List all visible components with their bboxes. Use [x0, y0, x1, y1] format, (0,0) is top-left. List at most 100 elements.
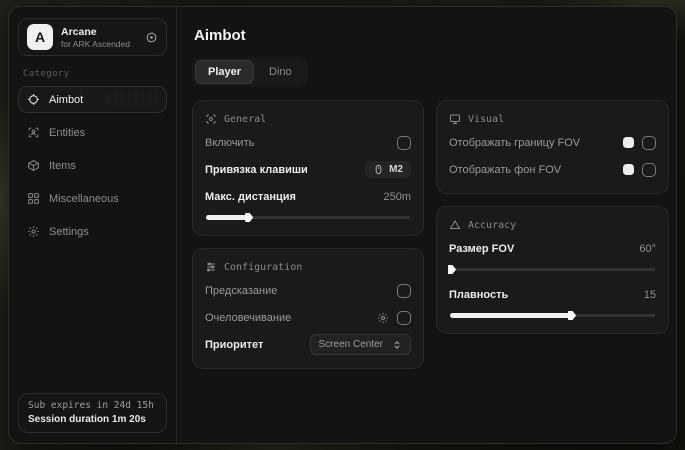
layout-grid-icon	[27, 192, 40, 205]
sidebar-item-items[interactable]: Items	[18, 152, 167, 179]
configuration-card: Configuration Предсказание Очеловечивани…	[192, 248, 424, 369]
configuration-card-title: Configuration	[224, 262, 302, 273]
enable-row: Включить	[205, 131, 411, 154]
max-distance-slider[interactable]	[205, 211, 411, 223]
fov-border-label: Отображать границу FOV	[449, 137, 580, 149]
fov-border-checkbox[interactable]	[642, 136, 656, 150]
left-column: General Включить Привязка клавиши M2	[192, 100, 424, 369]
fov-background-row: Отображать фон FOV	[449, 158, 656, 181]
accuracy-card-header: Accuracy	[449, 219, 656, 231]
target-icon[interactable]	[145, 31, 158, 44]
box-icon	[27, 159, 40, 172]
fov-size-value: 60°	[639, 243, 656, 255]
sidebar-item-aimbot[interactable]: Aimbot	[18, 86, 167, 113]
priority-dropdown[interactable]: Screen Center	[310, 334, 411, 355]
humanization-row: Очеловечивание	[205, 306, 411, 329]
accuracy-card: Accuracy Размер FOV 60° Плавность 15	[436, 206, 669, 334]
prediction-row: Предсказание	[205, 279, 411, 302]
brand-text: Arcane for ARK Ascended	[61, 26, 130, 49]
sidebar-item-settings[interactable]: Settings	[18, 218, 167, 245]
unfold-icon	[392, 340, 402, 350]
sidebar-item-label: Miscellaneous	[49, 193, 119, 205]
brand-subtitle: for ARK Ascended	[61, 39, 130, 49]
max-distance-label: Макс. дистанция	[205, 191, 296, 203]
scan-person-icon	[27, 126, 40, 139]
aimbot-watermark	[106, 92, 158, 105]
fov-size-label: Размер FOV	[449, 243, 514, 255]
configuration-card-header: Configuration	[205, 261, 411, 273]
monitor-icon	[449, 113, 461, 125]
subscription-status-card: Sub expires in 24d 15h Session duration …	[18, 393, 167, 433]
general-card-title: General	[224, 114, 266, 125]
slider-fill	[206, 215, 249, 220]
priority-row: Приоритет Screen Center	[205, 333, 411, 356]
tab-player[interactable]: Player	[195, 60, 254, 84]
slider-thumb[interactable]	[568, 311, 576, 320]
prediction-label: Предсказание	[205, 285, 277, 297]
general-card: General Включить Привязка клавиши M2	[192, 100, 424, 236]
tab-dino[interactable]: Dino	[256, 60, 305, 84]
user-focus-icon	[205, 113, 217, 125]
brand-title: Arcane	[61, 26, 130, 38]
keybind-label: Привязка клавиши	[205, 164, 308, 176]
sidebar-item-label: Items	[49, 160, 76, 172]
enable-label: Включить	[205, 137, 254, 149]
session-duration-text: Session duration 1m 20s	[28, 414, 157, 425]
app-window: A Arcane for ARK Ascended Category Aimbo…	[8, 6, 677, 444]
sidebar: A Arcane for ARK Ascended Category Aimbo…	[9, 7, 177, 443]
fov-border-color-swatch[interactable]	[623, 137, 634, 148]
visual-card-title: Visual	[468, 114, 504, 125]
fov-background-color-swatch[interactable]	[623, 164, 634, 175]
max-distance-row: Макс. дистанция 250m	[205, 185, 411, 208]
humanization-checkbox[interactable]	[397, 311, 411, 325]
fov-background-checkbox[interactable]	[642, 163, 656, 177]
page-title: Aimbot	[194, 27, 669, 44]
main-panel: Aimbot Player Dino General Включить	[177, 7, 677, 443]
visual-card: Visual Отображать границу FOV Отображать…	[436, 100, 669, 194]
smoothness-value: 15	[644, 289, 656, 301]
accuracy-card-title: Accuracy	[468, 220, 516, 231]
keybind-value: M2	[389, 164, 403, 175]
fov-border-row: Отображать границу FOV	[449, 131, 656, 154]
smoothness-slider[interactable]	[449, 309, 656, 321]
sidebar-item-label: Entities	[49, 127, 85, 139]
humanization-controls	[377, 311, 411, 325]
slider-thumb[interactable]	[448, 265, 456, 274]
right-column: Visual Отображать границу FOV Отображать…	[436, 100, 669, 334]
enable-checkbox[interactable]	[397, 136, 411, 150]
fov-background-label: Отображать фон FOV	[449, 164, 561, 176]
slider-thumb[interactable]	[245, 213, 253, 222]
prediction-checkbox[interactable]	[397, 284, 411, 298]
brand-logo: A	[27, 24, 53, 50]
sidebar-item-entities[interactable]: Entities	[18, 119, 167, 146]
priority-label: Приоритет	[205, 339, 263, 351]
crosshair-icon	[27, 93, 40, 106]
triangle-icon	[449, 219, 461, 231]
gear-icon[interactable]	[377, 312, 389, 324]
smoothness-label: Плавность	[449, 289, 508, 301]
priority-value: Screen Center	[319, 339, 383, 350]
slider-fill	[450, 313, 572, 318]
mouse-icon	[373, 164, 384, 175]
fov-size-slider[interactable]	[449, 263, 656, 275]
slider-track	[450, 268, 655, 271]
sub-expires-text: Sub expires in 24d 15h	[28, 400, 157, 411]
fov-border-controls	[623, 136, 656, 150]
keybind-button[interactable]: M2	[365, 161, 411, 178]
sidebar-nav: Aimbot Entities Items Miscellaneous	[18, 86, 167, 245]
humanization-label: Очеловечивание	[205, 312, 291, 324]
brand-card: A Arcane for ARK Ascended	[18, 18, 167, 56]
sliders-icon	[205, 261, 217, 273]
category-label: Category	[23, 69, 162, 79]
sidebar-item-miscellaneous[interactable]: Miscellaneous	[18, 185, 167, 212]
fov-size-row: Размер FOV 60°	[449, 237, 656, 260]
general-card-header: General	[205, 113, 411, 125]
fov-background-controls	[623, 163, 656, 177]
max-distance-value: 250m	[383, 191, 411, 203]
sidebar-spacer	[18, 245, 167, 393]
sidebar-item-label: Settings	[49, 226, 89, 238]
gear-icon	[27, 225, 40, 238]
visual-card-header: Visual	[449, 113, 656, 125]
keybind-row: Привязка клавиши M2	[205, 158, 411, 181]
cards-grid: General Включить Привязка клавиши M2	[192, 100, 669, 369]
